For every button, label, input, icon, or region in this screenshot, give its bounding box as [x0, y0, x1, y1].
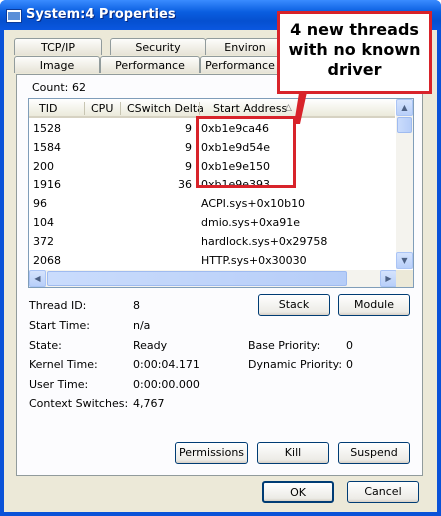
annotation-callout: 4 new threads with no known driver: [277, 11, 432, 94]
annotation-text: 4 new threads with no known driver: [288, 20, 421, 79]
